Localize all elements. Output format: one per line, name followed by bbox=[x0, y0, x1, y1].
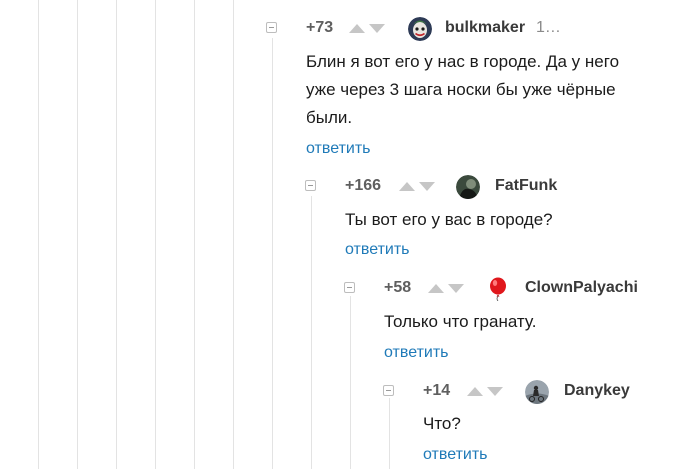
downvote-icon[interactable] bbox=[419, 182, 435, 191]
comment-text: Ты вот его у вас в городе? bbox=[345, 206, 685, 234]
downvote-icon[interactable] bbox=[487, 387, 503, 396]
collapse-thread-button[interactable] bbox=[383, 385, 394, 396]
reply-link[interactable]: ответить bbox=[345, 240, 410, 260]
comment-header: +58 ClownPalyachi bbox=[344, 277, 700, 301]
reply-link[interactable]: ответить bbox=[306, 139, 371, 159]
collapse-thread-button[interactable] bbox=[344, 282, 355, 293]
joker-face-avatar[interactable] bbox=[408, 17, 432, 41]
reply-link[interactable]: ответить bbox=[423, 445, 488, 465]
comment-text: Только что гранату. bbox=[384, 308, 684, 336]
comment: +58 ClownPalyachi Только что гранату. от… bbox=[344, 277, 700, 367]
thread-rail[interactable] bbox=[194, 0, 195, 469]
upvote-icon[interactable] bbox=[399, 182, 415, 191]
comment-rating: +166 bbox=[345, 177, 382, 194]
thread-rail[interactable] bbox=[38, 0, 39, 469]
upvote-icon[interactable] bbox=[349, 24, 365, 33]
comment: +14 Danykey Что? ответить bbox=[383, 380, 700, 469]
comment-author[interactable]: bulkmaker bbox=[445, 17, 525, 39]
downvote-icon[interactable] bbox=[448, 284, 464, 293]
comment-author[interactable]: Danykey bbox=[564, 380, 630, 402]
downvote-icon[interactable] bbox=[369, 24, 385, 33]
comment-author[interactable]: ClownPalyachi bbox=[525, 277, 638, 299]
comment: +166 FatFunk Ты вот его у вас в городе? … bbox=[305, 175, 700, 265]
comment-text: Что? bbox=[423, 410, 683, 438]
comment-text-line: были. bbox=[306, 108, 353, 127]
comment-text-line: Блин я вот его у нас в городе. Да у него bbox=[306, 52, 620, 71]
collapse-thread-button[interactable] bbox=[266, 22, 277, 33]
comment-header: +166 FatFunk bbox=[305, 175, 700, 199]
thread-rail[interactable] bbox=[116, 0, 117, 469]
comment-text-line: Что? bbox=[423, 414, 461, 433]
reply-link[interactable]: ответить bbox=[384, 343, 449, 363]
upvote-icon[interactable] bbox=[428, 284, 444, 293]
comment-author[interactable]: FatFunk bbox=[495, 175, 557, 197]
comment-text-line: уже через 3 шага носки бы уже чёрные bbox=[306, 80, 616, 99]
comment-header: +14 Danykey bbox=[383, 380, 700, 404]
thread-rail[interactable] bbox=[155, 0, 156, 469]
red-balloon-avatar[interactable] bbox=[486, 277, 510, 301]
comment-text-line: Только что гранату. bbox=[384, 312, 537, 331]
comment-header: +73 bulkmaker 1… bbox=[266, 17, 686, 41]
cyclist-avatar[interactable] bbox=[525, 380, 549, 404]
comment-rating: +14 bbox=[423, 382, 451, 399]
comment-text-line: Ты вот его у вас в городе? bbox=[345, 210, 553, 229]
comment-time: 1… bbox=[536, 19, 561, 36]
upvote-icon[interactable] bbox=[467, 387, 483, 396]
thread-rail[interactable] bbox=[77, 0, 78, 469]
comment: +73 bulkmaker 1… Блин я вот его у нас в … bbox=[266, 17, 700, 167]
thread-rail[interactable] bbox=[233, 0, 234, 469]
comment-text: Блин я вот его у нас в городе. Да у него… bbox=[306, 48, 686, 132]
collapse-thread-button[interactable] bbox=[305, 180, 316, 191]
comment-rating: +73 bbox=[306, 19, 334, 36]
dark-figure-avatar[interactable] bbox=[456, 175, 480, 199]
comment-rating: +58 bbox=[384, 279, 412, 296]
